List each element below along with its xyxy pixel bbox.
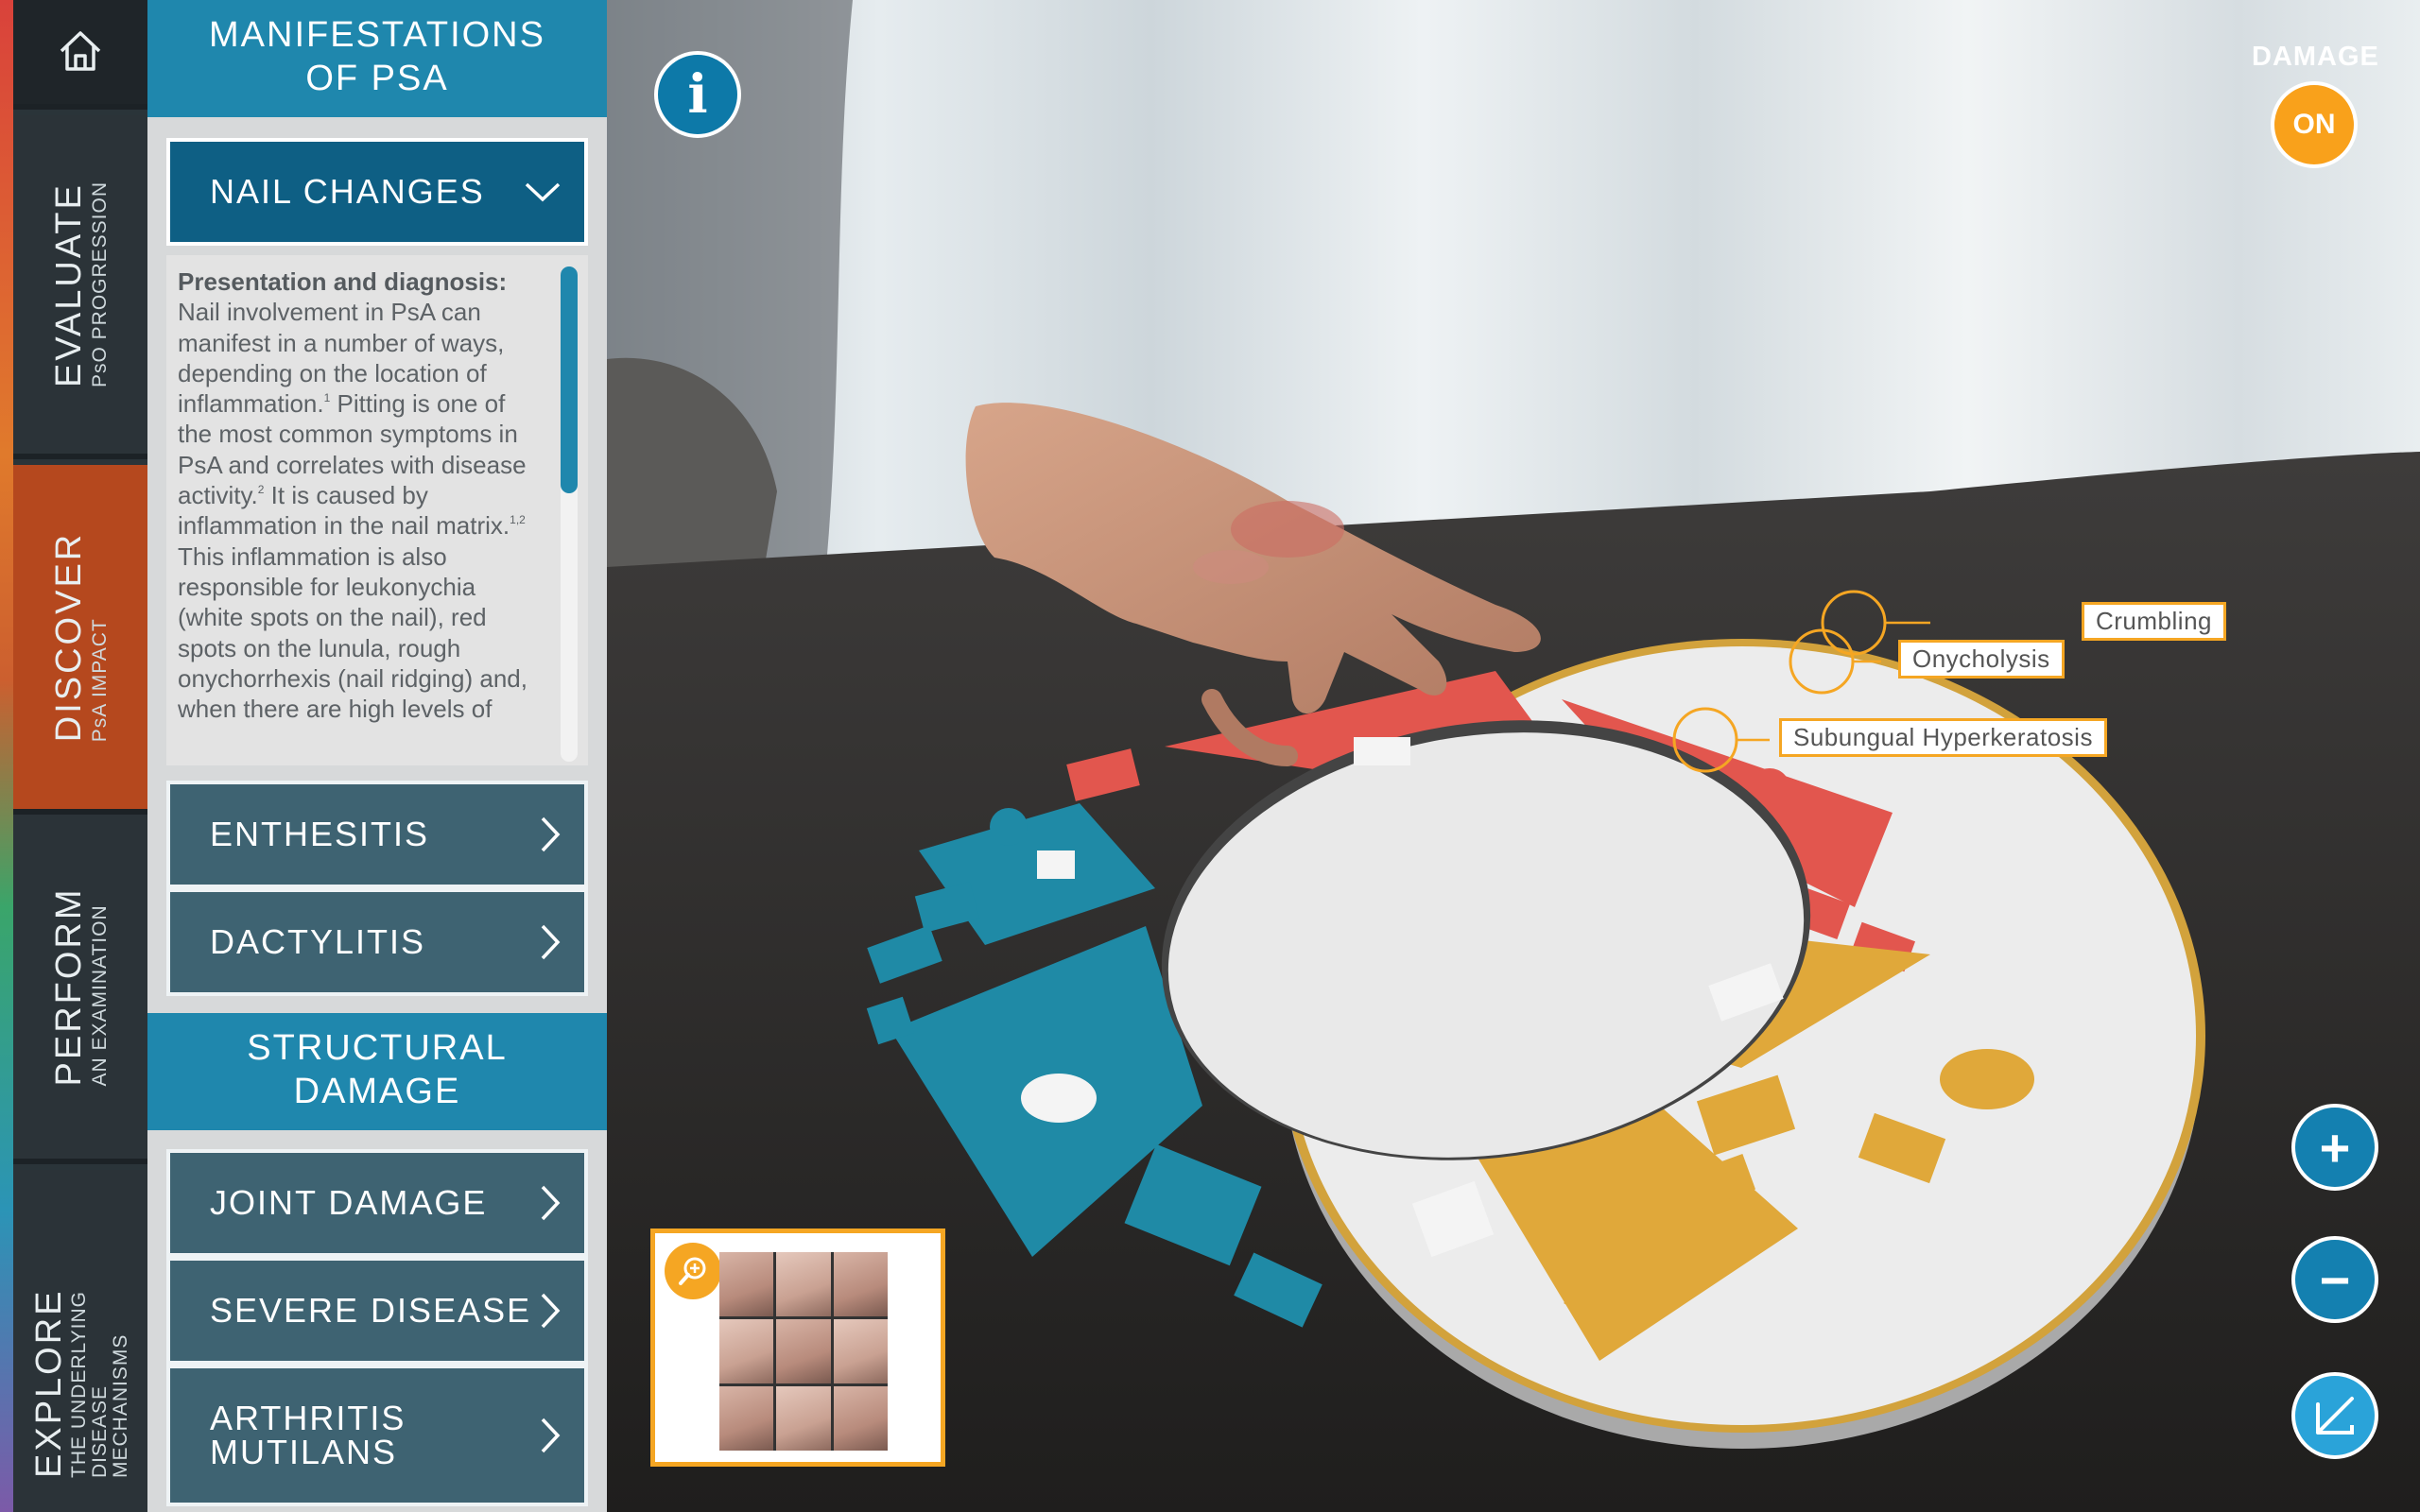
- zoom-thumbnail-button[interactable]: [665, 1243, 721, 1299]
- content-panel: MANIFESTATIONS OF PSA NAIL CHANGES Prese…: [147, 0, 607, 1512]
- home-icon: [60, 31, 101, 71]
- nav-subtitle: AN EXAMINATION: [89, 904, 111, 1087]
- nail-photo: [719, 1319, 774, 1383]
- damage-toggle-label: DAMAGE: [2252, 42, 2379, 72]
- main-nav-rail: EVALUATE PsO PROGRESSION DISCOVER PsA IM…: [0, 0, 147, 1512]
- nav-item-evaluate[interactable]: EVALUATE PsO PROGRESSION: [13, 115, 147, 459]
- chevron-down-icon: [525, 182, 561, 202]
- nav-subtitle: THE UNDERLYING DISEASE MECHANISMS: [68, 1291, 131, 1478]
- nav-title: EXPLORE: [29, 1288, 69, 1478]
- info-icon: i: [687, 63, 708, 126]
- nail-photo: [776, 1252, 831, 1316]
- nail-photo: [833, 1252, 888, 1316]
- accordion-label: SEVERE DISEASE: [210, 1291, 532, 1330]
- description-scroll-thumb[interactable]: [561, 266, 578, 493]
- chevron-right-icon: [541, 924, 561, 960]
- nail-photo: [776, 1386, 831, 1451]
- citation: 1,2: [510, 513, 526, 527]
- label-subungual-hyperkeratosis[interactable]: Subungual Hyperkeratosis: [1779, 718, 2107, 757]
- nail-images-thumbnail[interactable]: [650, 1228, 945, 1467]
- info-button[interactable]: i: [654, 51, 741, 138]
- accordion-severe-disease[interactable]: SEVERE DISEASE: [166, 1257, 588, 1365]
- accordion-nail-changes[interactable]: NAIL CHANGES: [166, 138, 588, 246]
- nav-title: PERFORM: [49, 886, 89, 1087]
- nav-subtitle: PsA IMPACT: [89, 618, 111, 743]
- home-button[interactable]: [13, 0, 147, 110]
- section-title-structural-damage: STRUCTURAL DAMAGE: [147, 1013, 607, 1130]
- nav-subtitle: PsO PROGRESSION: [89, 180, 111, 388]
- zoom-in-button[interactable]: +: [2291, 1104, 2378, 1191]
- nav-item-perform[interactable]: PERFORM AN EXAMINATION: [13, 815, 147, 1164]
- chevron-right-icon: [541, 1293, 561, 1329]
- chevron-right-icon: [541, 1418, 561, 1453]
- accordion-label: ENTHESITIS: [210, 815, 430, 853]
- nav-item-explore[interactable]: EXPLORE THE UNDERLYING DISEASE MECHANISM…: [13, 1170, 147, 1512]
- accordion-arthritis-mutilans[interactable]: ARTHRITIS MUTILANS: [166, 1365, 588, 1506]
- damage-toggle[interactable]: ON: [2271, 81, 2358, 168]
- nail-photo: [719, 1386, 774, 1451]
- section-title-manifestations: MANIFESTATIONS OF PSA: [147, 0, 607, 117]
- label-crumbling[interactable]: Crumbling: [2082, 602, 2226, 641]
- rail-color-stripe: [0, 0, 13, 1512]
- nail-photo: [833, 1319, 888, 1383]
- nail-photo: [776, 1319, 831, 1383]
- nav-item-discover[interactable]: DISCOVER PsA IMPACT: [13, 465, 147, 815]
- chevron-right-icon: [541, 1185, 561, 1221]
- accordion-label: DACTYLITIS: [210, 922, 426, 961]
- minus-icon: −: [2319, 1249, 2351, 1310]
- damage-toggle-state: ON: [2292, 109, 2336, 140]
- plus-icon: +: [2319, 1117, 2351, 1177]
- accordion-dactylitis[interactable]: DACTYLITIS: [166, 888, 588, 996]
- accordion-label: JOINT DAMAGE: [210, 1183, 488, 1222]
- nail-image-grid: [719, 1252, 888, 1451]
- resize-icon: [2316, 1397, 2354, 1435]
- accordion-joint-damage[interactable]: JOINT DAMAGE: [166, 1149, 588, 1257]
- desc-part-4: This inflammation is also responsible fo…: [178, 541, 527, 724]
- nail-photo: [719, 1252, 774, 1316]
- nail-photo: [833, 1386, 888, 1451]
- description-heading: Presentation and diagnosis:: [178, 267, 508, 296]
- chevron-right-icon: [541, 816, 561, 852]
- nav-title: EVALUATE: [49, 182, 89, 388]
- zoom-in-icon: [679, 1257, 706, 1285]
- accordion-label: NAIL CHANGES: [210, 172, 485, 211]
- accordion-enthesitis[interactable]: ENTHESITIS: [166, 781, 588, 888]
- nav-title: DISCOVER: [49, 531, 89, 743]
- nail-changes-description: Presentation and diagnosis: Nail involve…: [166, 255, 588, 765]
- zoom-out-button[interactable]: −: [2291, 1236, 2378, 1323]
- description-fade: [166, 728, 544, 765]
- label-onycholysis[interactable]: Onycholysis: [1898, 640, 2065, 679]
- accordion-label: ARTHRITIS MUTILANS: [210, 1399, 406, 1471]
- resize-button[interactable]: [2291, 1372, 2378, 1459]
